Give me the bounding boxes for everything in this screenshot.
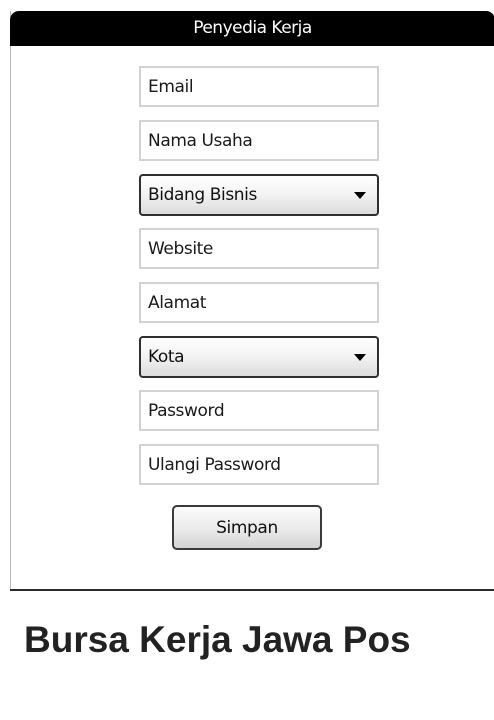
email-field[interactable] (139, 66, 379, 107)
site-brand-heading: Bursa Kerja Jawa Pos (24, 619, 411, 660)
business-name-field[interactable] (139, 120, 379, 161)
city-select-value: Kota (148, 347, 185, 367)
business-field-select[interactable]: Bidang Bisnis (139, 174, 379, 216)
panel-title: Penyedia Kerja (10, 11, 494, 46)
business-field-select-value: Bidang Bisnis (148, 185, 257, 205)
confirm-password-field[interactable] (139, 444, 379, 485)
address-field[interactable] (139, 282, 379, 323)
dropdown-arrow-icon (354, 354, 366, 361)
city-select[interactable]: Kota (139, 336, 379, 378)
section-divider (10, 589, 494, 591)
website-field[interactable] (139, 228, 379, 269)
save-button[interactable]: Simpan (172, 505, 322, 550)
password-field[interactable] (139, 390, 379, 431)
dropdown-arrow-icon (354, 192, 366, 199)
registration-panel: Penyedia Kerja Bidang Bisnis Kota (10, 11, 494, 590)
